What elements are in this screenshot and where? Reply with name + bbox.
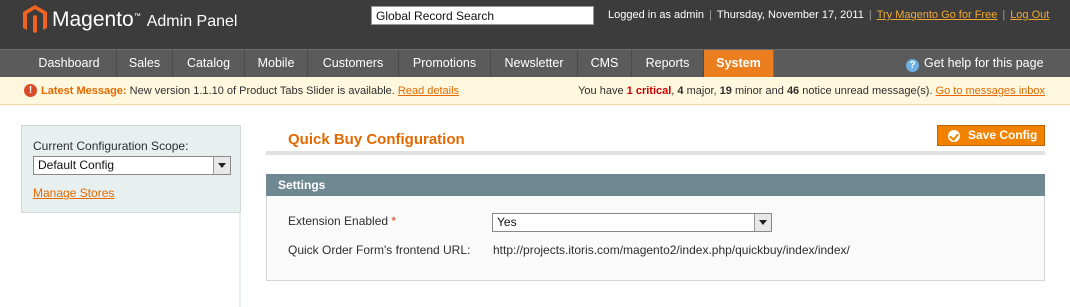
extension-enabled-label: Extension Enabled * [288,214,397,228]
current-date: Thursday, November 17, 2011 [716,9,864,21]
scope-select[interactable]: Default Config [33,156,231,175]
magento-logo[interactable]: Magento™ Admin Panel [22,4,237,36]
latest-message: Latest Message: New version 1.1.10 of Pr… [41,85,459,97]
save-config-label: Save Config [968,128,1038,142]
alert-icon: ! [24,84,37,97]
help-label: Get help for this page [924,56,1044,70]
settings-section-header[interactable]: Settings [266,174,1045,196]
latest-message-text: New version 1.1.10 of Product Tabs Slide… [129,85,395,97]
frontend-url-value: http://projects.itoris.com/magento2/inde… [493,243,850,257]
title-divider [266,151,1045,155]
manage-stores-link[interactable]: Manage Stores [33,186,114,200]
scope-select-value: Default Config [38,158,115,172]
major-count: 4 [677,85,684,97]
settings-section-body: Extension Enabled * Yes Quick Order Form… [266,196,1045,281]
checkmark-icon [948,130,960,142]
save-config-button[interactable]: Save Config [937,125,1045,146]
header-bar: Magento™Admin Panel Logged in as admin|T… [0,0,1070,49]
nav-dashboard[interactable]: Dashboard [22,50,117,77]
page-title: Quick Buy Configuration [288,131,465,148]
read-details-link[interactable]: Read details [398,85,459,97]
header-links: Logged in as admin | Thursday, November 17… [608,9,1050,21]
latest-message-label: Latest Message: [41,85,127,97]
global-search-input[interactable] [371,6,594,25]
extension-enabled-value: Yes [497,215,517,229]
nav-reports[interactable]: Reports [632,50,704,77]
critical-count: 1 critical [626,85,672,97]
chevron-down-icon [213,157,230,174]
config-scope-panel: Current Configuration Scope: Default Con… [21,125,241,213]
help-link[interactable]: ? Get help for this page [906,50,1044,77]
nav-customers[interactable]: Customers [308,50,399,77]
messages-inbox-link[interactable]: Go to messages inbox [936,85,1045,97]
notice-count: 46 [786,85,800,97]
chevron-down-icon [754,214,771,231]
app-title: Magento [52,8,134,31]
main-nav: Dashboard Sales Catalog Mobile Customers… [0,49,1070,77]
nav-cms[interactable]: CMS [578,50,632,77]
logged-in-text: Logged in as admin [608,9,705,21]
nav-newsletter[interactable]: Newsletter [491,50,578,77]
required-mark: * [391,214,397,228]
magento-logo-icon [23,5,47,33]
nav-mobile[interactable]: Mobile [245,50,308,77]
nav-promotions[interactable]: Promotions [399,50,491,77]
message-summary: You have 1 critical, 4 major, 19 minor a… [578,85,1045,97]
help-icon: ? [906,59,919,72]
nav-system[interactable]: System [704,50,774,77]
frontend-url-label: Quick Order Form's frontend URL: [288,243,471,257]
nav-catalog[interactable]: Catalog [173,50,245,77]
extension-enabled-select[interactable]: Yes [492,213,772,232]
logout-link[interactable]: Log Out [1010,9,1049,21]
nav-sales[interactable]: Sales [117,50,173,77]
minor-count: 19 [719,85,732,97]
left-column-divider [239,213,241,307]
try-magento-go-link[interactable]: Try Magento Go for Free [877,9,998,21]
app-subtitle: Admin Panel [146,13,238,30]
scope-label: Current Configuration Scope: [33,139,189,153]
notification-bar: ! Latest Message: New version 1.1.10 of … [0,77,1070,105]
